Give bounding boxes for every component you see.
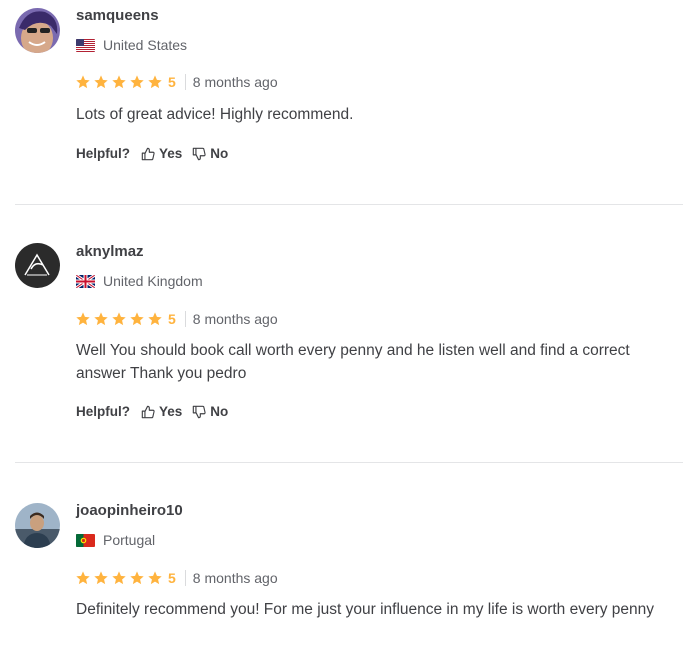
rating-value: 5	[168, 570, 176, 586]
username[interactable]: aknylmaz	[76, 243, 144, 260]
helpful-no-button[interactable]: No	[192, 146, 228, 161]
no-label: No	[210, 146, 229, 161]
rating-value: 5	[168, 311, 176, 327]
star-icon	[147, 74, 163, 90]
separator	[184, 311, 186, 327]
avatar[interactable]	[15, 503, 60, 548]
star-icon	[93, 74, 109, 90]
country: Portugal	[76, 532, 155, 548]
review-time: 8 months ago	[192, 570, 278, 586]
separator	[184, 570, 186, 586]
star-icon	[147, 311, 163, 327]
star-icon	[75, 311, 91, 327]
star-rating	[75, 570, 165, 586]
helpful-label: Helpful?	[76, 146, 130, 161]
us-flag-icon	[76, 38, 95, 52]
review-card: joaopinheiro10 Portugal 5 8 months ago D…	[0, 463, 686, 652]
review-time: 8 months ago	[192, 74, 278, 90]
review-card: aknylmaz United Kingdom 5 8 months ago W…	[0, 205, 686, 462]
review-time: 8 months ago	[192, 311, 278, 327]
star-rating	[75, 74, 165, 90]
review-card: samqueens United States 5 8 months ago L…	[0, 0, 686, 204]
username[interactable]: joaopinheiro10	[76, 502, 183, 519]
star-icon	[111, 311, 127, 327]
star-rating	[75, 311, 165, 327]
star-icon	[93, 311, 109, 327]
star-icon	[111, 570, 127, 586]
thumbs-down-icon	[192, 405, 206, 419]
review-text: Lots of great advice! Highly recommend.	[76, 106, 354, 123]
thumbs-down-icon	[192, 147, 206, 161]
star-icon	[111, 74, 127, 90]
country-name: United Kingdom	[103, 273, 203, 289]
rating-row: 5 8 months ago	[75, 311, 278, 327]
no-label: No	[210, 404, 229, 419]
avatar[interactable]	[15, 243, 60, 288]
review-text: Well You should book call worth every pe…	[76, 342, 630, 382]
review-text: Definitely recommend you! For me just yo…	[76, 601, 655, 618]
yes-label: Yes	[159, 404, 183, 419]
uk-flag-icon	[76, 274, 95, 288]
helpful-row: Helpful? Yes No	[76, 146, 238, 161]
yes-label: Yes	[159, 146, 183, 161]
helpful-row: Helpful? Yes No	[76, 404, 238, 419]
avatar[interactable]	[15, 8, 60, 53]
helpful-no-button[interactable]: No	[192, 404, 228, 419]
helpful-yes-button[interactable]: Yes	[141, 146, 182, 161]
star-icon	[129, 74, 145, 90]
star-icon	[147, 570, 163, 586]
separator	[184, 74, 186, 90]
username[interactable]: samqueens	[76, 7, 159, 24]
rating-row: 5 8 months ago	[75, 570, 278, 586]
thumbs-up-icon	[141, 147, 155, 161]
country: United States	[76, 37, 187, 53]
portugal-flag-icon	[76, 533, 95, 547]
helpful-label: Helpful?	[76, 404, 130, 419]
country-name: United States	[103, 37, 188, 53]
star-icon	[75, 570, 91, 586]
country: United Kingdom	[76, 273, 203, 289]
star-icon	[129, 570, 145, 586]
thumbs-up-icon	[141, 405, 155, 419]
star-icon	[75, 74, 91, 90]
rating-value: 5	[168, 74, 176, 90]
rating-row: 5 8 months ago	[75, 74, 278, 90]
star-icon	[93, 570, 109, 586]
country-name: Portugal	[103, 532, 156, 548]
helpful-yes-button[interactable]: Yes	[141, 404, 182, 419]
star-icon	[129, 311, 145, 327]
